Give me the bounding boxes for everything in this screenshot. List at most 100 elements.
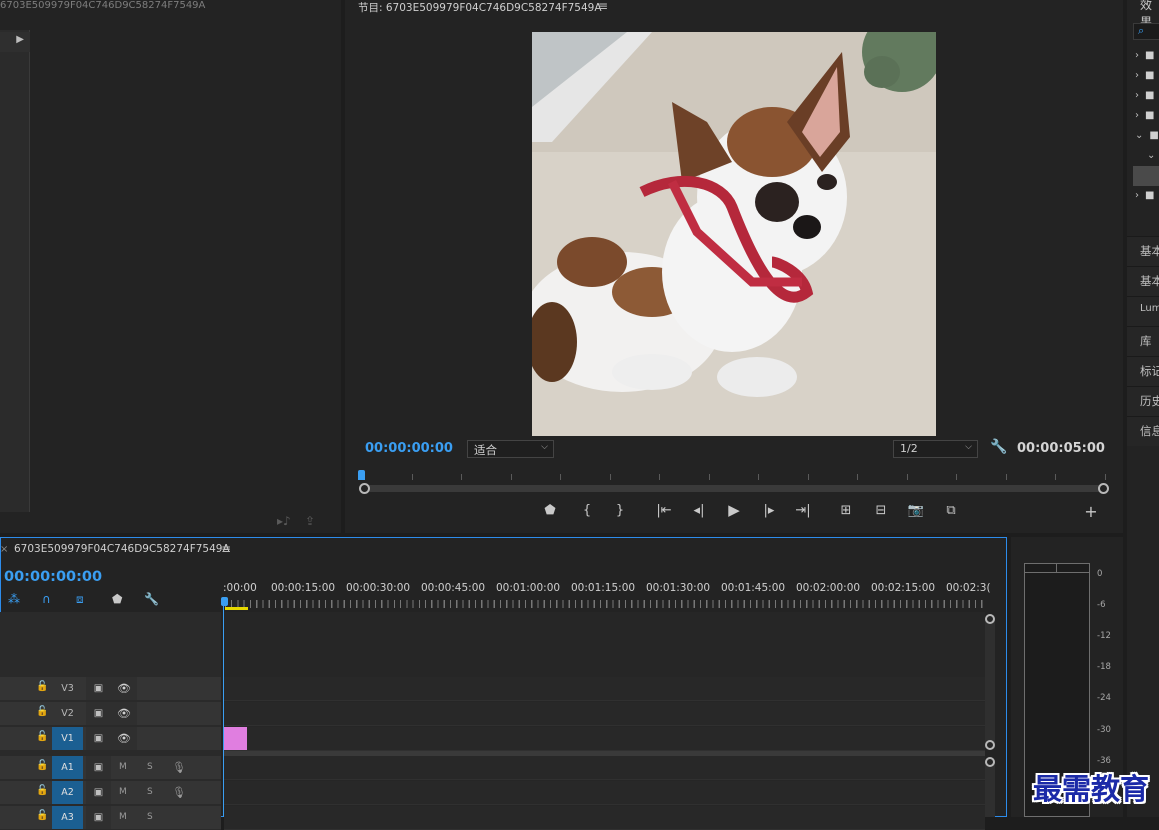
zoom-fit-select[interactable]: 适合 ⌵ xyxy=(467,440,554,458)
step-forward-button[interactable]: |▸ xyxy=(758,503,780,518)
effects-folder[interactable]: › ■ xyxy=(1135,110,1154,121)
source-expand-button[interactable]: ▶ xyxy=(0,32,30,52)
playhead-timecode[interactable]: 00:00:00:00 xyxy=(365,441,453,456)
track-lane-v3[interactable] xyxy=(224,677,985,701)
effects-folder-expanded[interactable]: ⌄ ■ xyxy=(1135,130,1159,141)
effects-folder[interactable]: › ■ xyxy=(1135,90,1154,101)
lock-icon[interactable]: 🔓 xyxy=(36,731,48,742)
timeline-timecode[interactable]: 00:00:00:00 xyxy=(4,569,102,585)
add-marker-icon[interactable]: ⬟ xyxy=(112,592,122,606)
timeline-playhead-line[interactable] xyxy=(223,597,224,817)
track-lane-a3[interactable] xyxy=(224,806,985,830)
timeline-settings-wrench-icon[interactable]: 🔧 xyxy=(144,592,159,606)
sync-lock-icon[interactable]: ▣ xyxy=(86,727,111,750)
track-lane-v2[interactable] xyxy=(224,702,985,726)
export-frame-camera-icon[interactable]: 📷 xyxy=(905,503,927,518)
sync-lock-icon[interactable]: ▣ xyxy=(86,702,111,725)
effects-search-input[interactable]: ⌕ xyxy=(1133,23,1159,40)
work-area-bar[interactable] xyxy=(225,607,248,610)
scroll-handle-right[interactable] xyxy=(1098,483,1109,494)
program-playhead[interactable] xyxy=(358,470,365,480)
mark-out-button[interactable]: } xyxy=(609,503,631,518)
eye-icon[interactable]: 👁 xyxy=(111,727,137,750)
sync-lock-icon[interactable]: ▣ xyxy=(86,781,111,804)
effects-selected-item[interactable] xyxy=(1133,166,1159,186)
scroll-handle-left[interactable] xyxy=(359,483,370,494)
mute-button[interactable]: M xyxy=(119,806,127,829)
effects-folder[interactable]: › ■ xyxy=(1135,50,1154,61)
add-marker-button[interactable]: ⬟ xyxy=(539,503,561,518)
eye-icon[interactable]: 👁 xyxy=(111,677,137,700)
export-icon[interactable]: ⇪ xyxy=(305,514,315,528)
track-name-a1[interactable]: A1 xyxy=(52,756,83,779)
solo-button[interactable]: S xyxy=(147,756,153,779)
play-button[interactable]: ▶ xyxy=(723,501,745,519)
panel-tab-label: 信息 xyxy=(1140,424,1159,438)
panel-tab-libraries[interactable]: 库 xyxy=(1127,326,1159,356)
mute-button[interactable]: M xyxy=(119,781,127,804)
sync-lock-icon[interactable]: ▣ xyxy=(86,677,111,700)
scroll-handle[interactable] xyxy=(985,740,995,750)
microphone-icon[interactable]: 🎙 xyxy=(172,781,186,804)
lift-button[interactable]: ⊞ xyxy=(835,503,857,518)
lock-icon[interactable]: 🔓 xyxy=(36,706,48,717)
step-back-button[interactable]: ◂| xyxy=(688,503,710,518)
comparison-view-button[interactable]: ⧉ xyxy=(940,503,962,518)
panel-menu-icon[interactable]: ≡ xyxy=(221,542,231,556)
program-time-ruler[interactable] xyxy=(362,468,1106,482)
settings-wrench-icon[interactable]: 🔧 xyxy=(990,439,1007,455)
effects-folder[interactable]: › ■ xyxy=(1135,190,1154,201)
snap-magnet-icon[interactable]: ∩ xyxy=(42,592,51,606)
audio-only-icon[interactable]: ▸♪ xyxy=(277,514,291,528)
zoom-scroll-bar[interactable] xyxy=(364,485,1105,492)
sync-lock-icon[interactable]: ▣ xyxy=(86,806,111,829)
track-name-v2[interactable]: V2 xyxy=(52,702,83,725)
track-name-v3[interactable]: V3 xyxy=(52,677,83,700)
panel-tab-info[interactable]: 信息 xyxy=(1127,416,1159,446)
panel-tab-markers[interactable]: 标记 xyxy=(1127,356,1159,386)
effects-folder[interactable]: › ■ xyxy=(1135,70,1154,81)
panel-tab-essential-graphics[interactable]: 基本 xyxy=(1127,236,1159,266)
linked-selection-icon[interactable]: ⧈ xyxy=(76,592,84,607)
panel-tab-lumetri[interactable]: Lum xyxy=(1127,296,1159,326)
mark-in-button[interactable]: { xyxy=(576,503,598,518)
lock-icon[interactable]: 🔓 xyxy=(36,760,48,771)
nest-sequence-icon[interactable]: ⁂ xyxy=(8,592,20,606)
ruler-label: 00:01:45:00 xyxy=(721,582,786,594)
lock-icon[interactable]: 🔓 xyxy=(36,810,48,821)
meter-peak-indicators[interactable] xyxy=(1024,563,1090,573)
go-to-in-button[interactable]: |⇤ xyxy=(653,503,675,518)
sync-lock-icon[interactable]: ▣ xyxy=(86,756,111,779)
solo-button[interactable]: S xyxy=(147,806,153,829)
add-button-plus-icon[interactable]: + xyxy=(1080,502,1102,521)
track-lane-a2[interactable] xyxy=(224,781,985,805)
go-to-out-button[interactable]: ⇥| xyxy=(792,503,814,518)
video-clip[interactable] xyxy=(224,727,247,750)
track-name-v1[interactable]: V1 xyxy=(52,727,83,750)
timeline-playhead[interactable] xyxy=(221,597,228,606)
extract-button[interactable]: ⊟ xyxy=(870,503,892,518)
panel-menu-icon[interactable]: ≡ xyxy=(598,0,608,13)
audio-tracks-scrollbar[interactable] xyxy=(985,760,995,817)
effects-subfolder-expanded[interactable]: ⌄ xyxy=(1147,150,1155,161)
track-name-a3[interactable]: A3 xyxy=(52,806,83,829)
scroll-handle[interactable] xyxy=(985,757,995,767)
lock-icon[interactable]: 🔓 xyxy=(36,681,48,692)
panel-tab-essential-sound[interactable]: 基本 xyxy=(1127,266,1159,296)
track-name-a2[interactable]: A2 xyxy=(52,781,83,804)
eye-icon[interactable]: 👁 xyxy=(111,702,137,725)
solo-button[interactable]: S xyxy=(147,781,153,804)
mute-button[interactable]: M xyxy=(119,756,127,779)
resolution-select[interactable]: 1/2 ⌵ xyxy=(893,440,978,458)
microphone-icon[interactable]: 🎙 xyxy=(172,756,186,779)
ruler-tick xyxy=(857,474,858,480)
sequence-tab-title[interactable]: 6703E509979F04C746D9C58274F7549A xyxy=(14,543,230,555)
track-lane-v1[interactable] xyxy=(224,727,985,751)
video-tracks-scrollbar[interactable] xyxy=(985,618,995,748)
lock-icon[interactable]: 🔓 xyxy=(36,785,48,796)
track-lane-a1[interactable] xyxy=(224,756,985,780)
folder-icon: ■ xyxy=(1145,190,1155,201)
scroll-handle[interactable] xyxy=(985,614,995,624)
panel-tab-history[interactable]: 历史 xyxy=(1127,386,1159,416)
close-icon[interactable]: × xyxy=(0,544,8,555)
